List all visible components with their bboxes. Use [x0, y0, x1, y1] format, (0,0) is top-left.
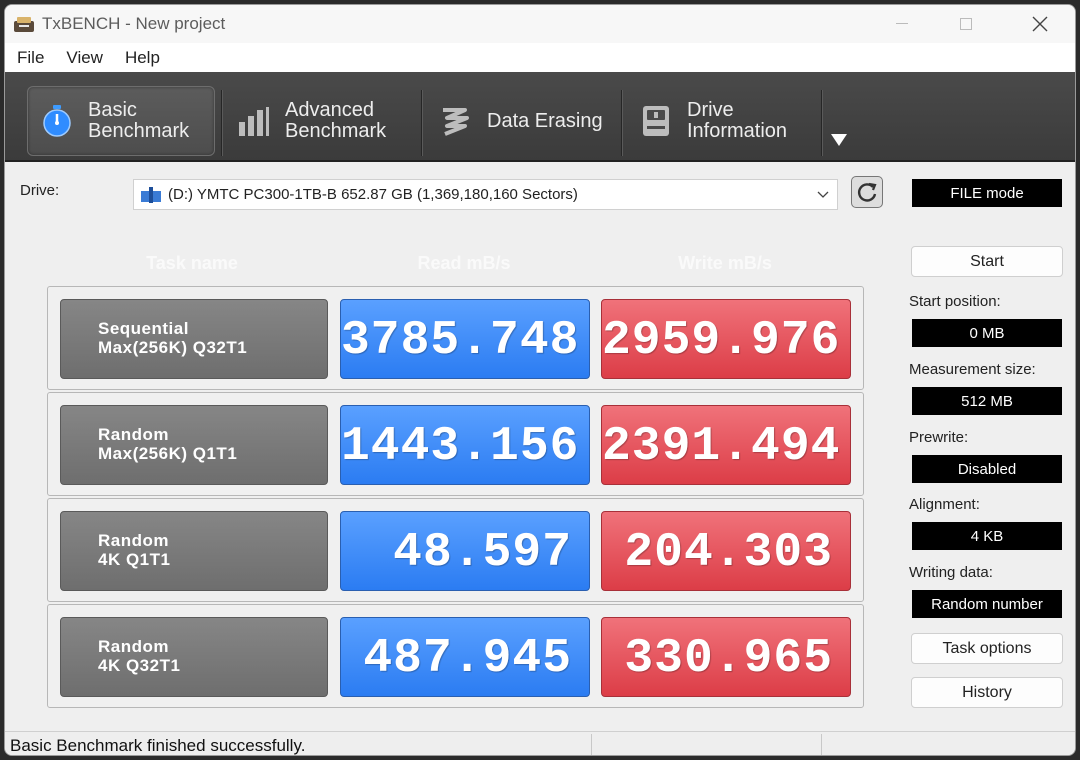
tab-basic-line1: Basic — [88, 99, 137, 121]
write-value: 330.965 — [601, 617, 851, 697]
read-value: 1443.156 — [340, 405, 590, 485]
write-value: 204.303 — [601, 511, 851, 591]
maximize-icon — [960, 18, 972, 30]
tab-drive-line2: Information — [687, 120, 788, 142]
result-row-random-max-q1t1: Random Max(256K) Q1T1 1443.156 2391.494 — [47, 392, 864, 496]
drive-label: Drive: — [20, 182, 60, 199]
read-value: 487.945 — [340, 617, 590, 697]
history-button[interactable]: History — [911, 677, 1063, 708]
task-line2: Max(256K) Q32T1 — [98, 338, 248, 357]
close-button[interactable] — [1017, 9, 1063, 39]
tab-advanced-line1: Advanced — [285, 99, 374, 121]
tab-overflow-arrow-icon[interactable] — [831, 134, 847, 146]
tab-separator — [421, 90, 423, 156]
start-button[interactable]: Start — [911, 246, 1063, 277]
drive-info-icon — [643, 106, 669, 136]
task-button[interactable]: Random Max(256K) Q1T1 — [60, 405, 328, 485]
header-task-name: Task name — [146, 253, 238, 273]
window-title: TxBENCH - New project — [42, 14, 226, 33]
alignment-value[interactable]: 4 KB — [912, 522, 1062, 550]
task-button[interactable]: Random 4K Q32T1 — [60, 617, 328, 697]
task-options-button[interactable]: Task options — [911, 633, 1063, 664]
close-icon — [1032, 16, 1048, 32]
minimize-icon — [896, 23, 908, 24]
start-position-label: Start position: — [909, 293, 1001, 310]
bar-chart-icon — [239, 107, 269, 136]
tab-separator — [221, 90, 223, 156]
drive-icon — [141, 186, 161, 203]
result-row-sequential-q32t1: Sequential Max(256K) Q32T1 3785.748 2959… — [47, 286, 864, 390]
title-bar: TxBENCH - New project — [5, 5, 1075, 43]
app-icon — [14, 17, 34, 32]
task-line2: 4K Q32T1 — [98, 656, 181, 675]
tab-basic-line2: Benchmark — [88, 120, 190, 142]
writing-data-value[interactable]: Random number — [912, 590, 1062, 618]
tab-separator — [621, 90, 623, 156]
maximize-button[interactable] — [943, 9, 989, 39]
tab-toolbar: Basic Benchmark Advanced Benchmark Data … — [5, 72, 1075, 162]
tab-separator — [821, 90, 823, 156]
status-text: Basic Benchmark finished successfully. — [10, 736, 306, 755]
refresh-drive-button[interactable] — [851, 176, 883, 208]
tab-drive-information[interactable]: Drive Information — [639, 86, 819, 156]
tab-advanced-line2: Benchmark — [285, 120, 387, 142]
stopwatch-icon — [43, 105, 71, 137]
task-line1: Random — [98, 425, 169, 444]
menu-view[interactable]: View — [66, 48, 103, 68]
start-position-value[interactable]: 0 MB — [912, 319, 1062, 347]
header-read: Read mB/s — [417, 253, 511, 273]
measurement-size-label: Measurement size: — [909, 361, 1036, 378]
task-button[interactable]: Random 4K Q1T1 — [60, 511, 328, 591]
task-line1: Sequential — [98, 319, 189, 338]
task-line2: 4K Q1T1 — [98, 550, 171, 569]
read-value: 48.597 — [340, 511, 590, 591]
mode-indicator: FILE mode — [912, 179, 1062, 207]
prewrite-label: Prewrite: — [909, 429, 969, 446]
status-divider — [821, 734, 822, 755]
refresh-icon — [858, 182, 877, 202]
write-value: 2959.976 — [601, 299, 851, 379]
task-button[interactable]: Sequential Max(256K) Q32T1 — [60, 299, 328, 379]
drive-select[interactable]: (D:) YMTC PC300-1TB-B 652.87 GB (1,369,1… — [133, 179, 838, 210]
task-line1: Random — [98, 637, 169, 656]
result-row-random-4k-q1t1: Random 4K Q1T1 48.597 204.303 — [47, 498, 864, 602]
task-line2: Max(256K) Q1T1 — [98, 444, 238, 463]
header-write: Write mB/s — [678, 253, 772, 273]
minimize-button[interactable] — [879, 9, 925, 39]
result-row-random-4k-q32t1: Random 4K Q32T1 487.945 330.965 — [47, 604, 864, 708]
tab-data-erasing[interactable]: Data Erasing — [439, 86, 619, 156]
read-value: 3785.748 — [340, 299, 590, 379]
status-divider — [591, 734, 592, 755]
chevron-down-icon — [817, 191, 829, 198]
menu-help[interactable]: Help — [125, 48, 160, 68]
menu-bar: File View Help — [5, 43, 1075, 72]
tab-erasing-line1: Data Erasing — [487, 109, 603, 132]
tab-basic-benchmark[interactable]: Basic Benchmark — [27, 86, 215, 156]
status-bar: Basic Benchmark finished successfully. — [5, 731, 1075, 755]
task-line1: Random — [98, 531, 169, 550]
writing-data-label: Writing data: — [909, 564, 993, 581]
drive-value: (D:) YMTC PC300-1TB-B 652.87 GB (1,369,1… — [168, 186, 578, 203]
write-value: 2391.494 — [601, 405, 851, 485]
alignment-label: Alignment: — [909, 496, 980, 513]
tab-drive-line1: Drive — [687, 99, 734, 121]
tab-advanced-benchmark[interactable]: Advanced Benchmark — [237, 86, 417, 156]
prewrite-value[interactable]: Disabled — [912, 455, 1062, 483]
measurement-size-value[interactable]: 512 MB — [912, 387, 1062, 415]
app-window: TxBENCH - New project File View Help Bas… — [4, 4, 1076, 756]
eraser-icon — [443, 108, 469, 136]
menu-file[interactable]: File — [17, 48, 44, 68]
